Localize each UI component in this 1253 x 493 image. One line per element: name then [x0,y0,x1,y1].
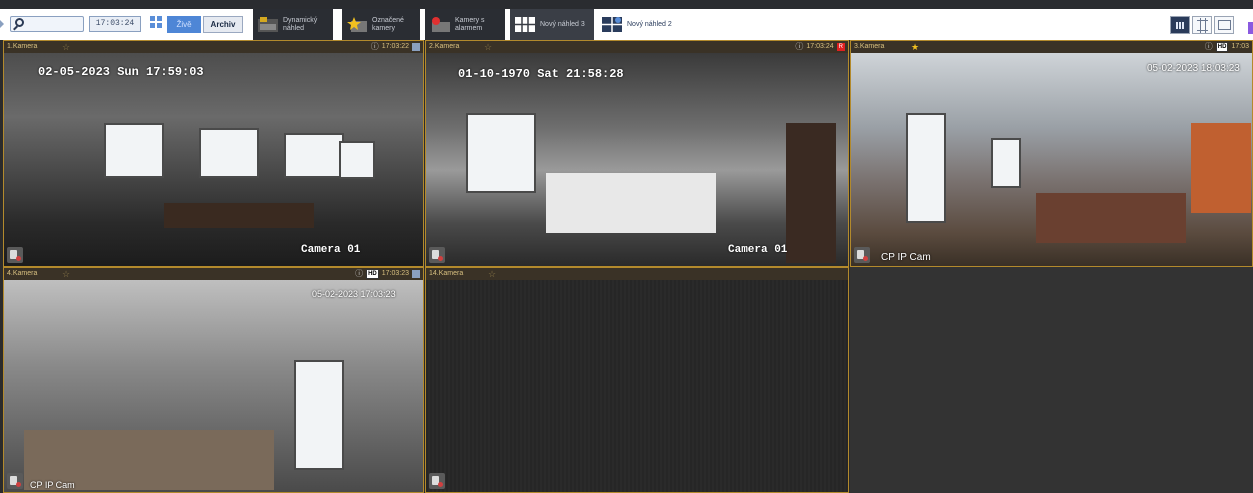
cabinet-shape [1191,123,1251,213]
camera-name: 14.Kamera [429,270,464,277]
osd-camera-name: CP IP Cam [30,480,75,490]
window-shape [339,141,375,179]
cabinet-shape [786,123,836,263]
status-square-icon [412,43,420,51]
desks-shape [1036,193,1186,243]
hd-badge: HD [1215,42,1229,52]
camera-header: 1.Kamera ☆ ⓘ 17:03:22 [4,41,423,53]
video-feed[interactable]: 05-02-2023 17:03:23 CP IP Cam [4,280,423,492]
snapshot-button[interactable] [854,247,870,263]
camera-tile[interactable]: 14.Kamera ☆ [425,267,849,493]
favorite-star-icon[interactable]: ★ [911,41,919,53]
tab-new-view-2[interactable]: Nový náhled 2 [597,9,681,40]
camera-tile[interactable]: 2.Kamera ☆ ⓘ 17:03:24 R 01-10-1970 Sat 2… [425,40,849,267]
camera-header: 14.Kamera ☆ [426,268,848,280]
camera-tile[interactable]: 4.Kamera ☆ ⓘ HD 17:03:23 05-02-2023 17:0… [3,267,424,493]
tab-label: Nový náhled 2 [627,21,672,28]
info-icon[interactable]: ⓘ [371,41,379,53]
tab-label: Nový náhled 3 [540,21,585,28]
layout-single-button[interactable] [1214,16,1234,34]
live-button[interactable]: Živě [167,16,201,33]
camera-tile[interactable]: 1.Kamera ☆ ⓘ 17:03:22 02-05-2023 Sun 17:… [3,40,424,267]
dynamic-view-icon [258,17,278,32]
osd-camera-name: Camera 01 [301,244,361,256]
window-shape [906,113,946,223]
search-input[interactable] [10,16,84,32]
camera-name: 1.Kamera [7,43,38,50]
osd-camera-name: Camera 01 [728,244,788,256]
layout-switcher [1170,16,1240,40]
time-field[interactable]: 17:03:24 [89,16,141,32]
top-toolbar: 17:03:24 Živě Archiv Dynamický náhled Oz… [0,0,1253,40]
tab-alarm-cameras[interactable]: Kamery s alarmem [425,9,505,40]
osd-timestamp: 05-02-2023 18:03:23 [1147,63,1240,74]
layout-grid-button[interactable] [1192,16,1212,34]
osd-timestamp: 01-10-1970 Sat 21:58:28 [458,67,624,81]
whiteboard-shape [546,173,716,233]
camera-header: 4.Kamera ☆ ⓘ HD 17:03:23 [4,268,423,280]
snapshot-button[interactable] [429,473,445,489]
window-shape [466,113,536,193]
favorite-star-icon[interactable]: ☆ [62,268,70,280]
snapshot-button[interactable] [7,247,23,263]
camera-time: 17:03:22 [381,43,409,50]
tab-new-view-3[interactable]: Nový náhled 3 [510,9,594,40]
osd-timestamp: 05-02-2023 17:03:23 [312,289,396,299]
camera-name: 2.Kamera [429,43,460,50]
tab-label: Kamery s alarmem [455,17,485,32]
camera-header: 2.Kamera ☆ ⓘ 17:03:24 R [426,41,848,53]
star-icon [347,17,367,32]
recording-badge: R [836,43,845,51]
camera-time: 17:03 [1231,43,1249,50]
osd-camera-name: CP IP Cam [881,252,931,263]
window-shape [284,133,344,178]
camera-name: 3.Kamera [854,43,885,50]
video-feed[interactable]: 02-05-2023 Sun 17:59:03 Camera 01 [4,53,423,266]
alarm-camera-icon [432,17,450,32]
expand-arrow-icon[interactable] [0,20,4,28]
window-shape [199,128,259,178]
video-feed[interactable]: 01-10-1970 Sat 21:58:28 Camera 01 [426,53,848,266]
window-shape [991,138,1021,188]
favorite-star-icon[interactable]: ☆ [488,268,496,280]
side-panel-handle[interactable] [1248,22,1253,34]
layout-grid-icon[interactable] [150,16,162,28]
osd-timestamp: 02-05-2023 Sun 17:59:03 [38,65,204,79]
snapshot-button[interactable] [429,247,445,263]
video-feed[interactable]: 05-02-2023 18:03:23 CP IP Cam [851,53,1252,266]
archive-button[interactable]: Archiv [203,16,243,33]
window-shape [104,123,164,178]
video-feed[interactable] [426,280,848,492]
info-icon[interactable]: ⓘ [1205,41,1213,53]
tab-label: Označené kamery [372,17,404,32]
tab-label: Dynamický náhled [283,17,318,32]
window-shape [294,360,344,470]
favorite-star-icon[interactable]: ☆ [484,41,492,53]
favorite-star-icon[interactable]: ☆ [62,41,70,53]
snapshot-button[interactable] [7,473,23,489]
tab-starred-cameras[interactable]: Označené kamery [342,9,420,40]
status-square-icon [412,270,420,278]
grid-icon [1197,18,1208,33]
tab-dynamic-view[interactable]: Dynamický náhled [253,9,333,40]
camera-tile[interactable]: 3.Kamera ★ ⓘ HD 17:03 05-02-2023 18:03:2… [850,40,1253,267]
list-layout-icon [1176,22,1185,29]
camera-time: 17:03:23 [381,270,409,277]
camera-header: 3.Kamera ★ ⓘ HD 17:03 [851,41,1252,53]
camera-name: 4.Kamera [7,270,38,277]
info-icon[interactable]: ⓘ [795,41,803,53]
info-icon[interactable]: ⓘ [355,268,363,280]
empty-slot[interactable] [850,267,1253,493]
grid-layout-icon [602,17,622,32]
grid-layout-icon [515,17,535,32]
search-icon [15,18,24,27]
single-view-icon [1218,20,1231,30]
hd-badge: HD [366,269,379,279]
camera-time: 17:03:24 [806,43,834,50]
desk-shape [164,203,314,228]
layout-list-button[interactable] [1170,16,1190,34]
